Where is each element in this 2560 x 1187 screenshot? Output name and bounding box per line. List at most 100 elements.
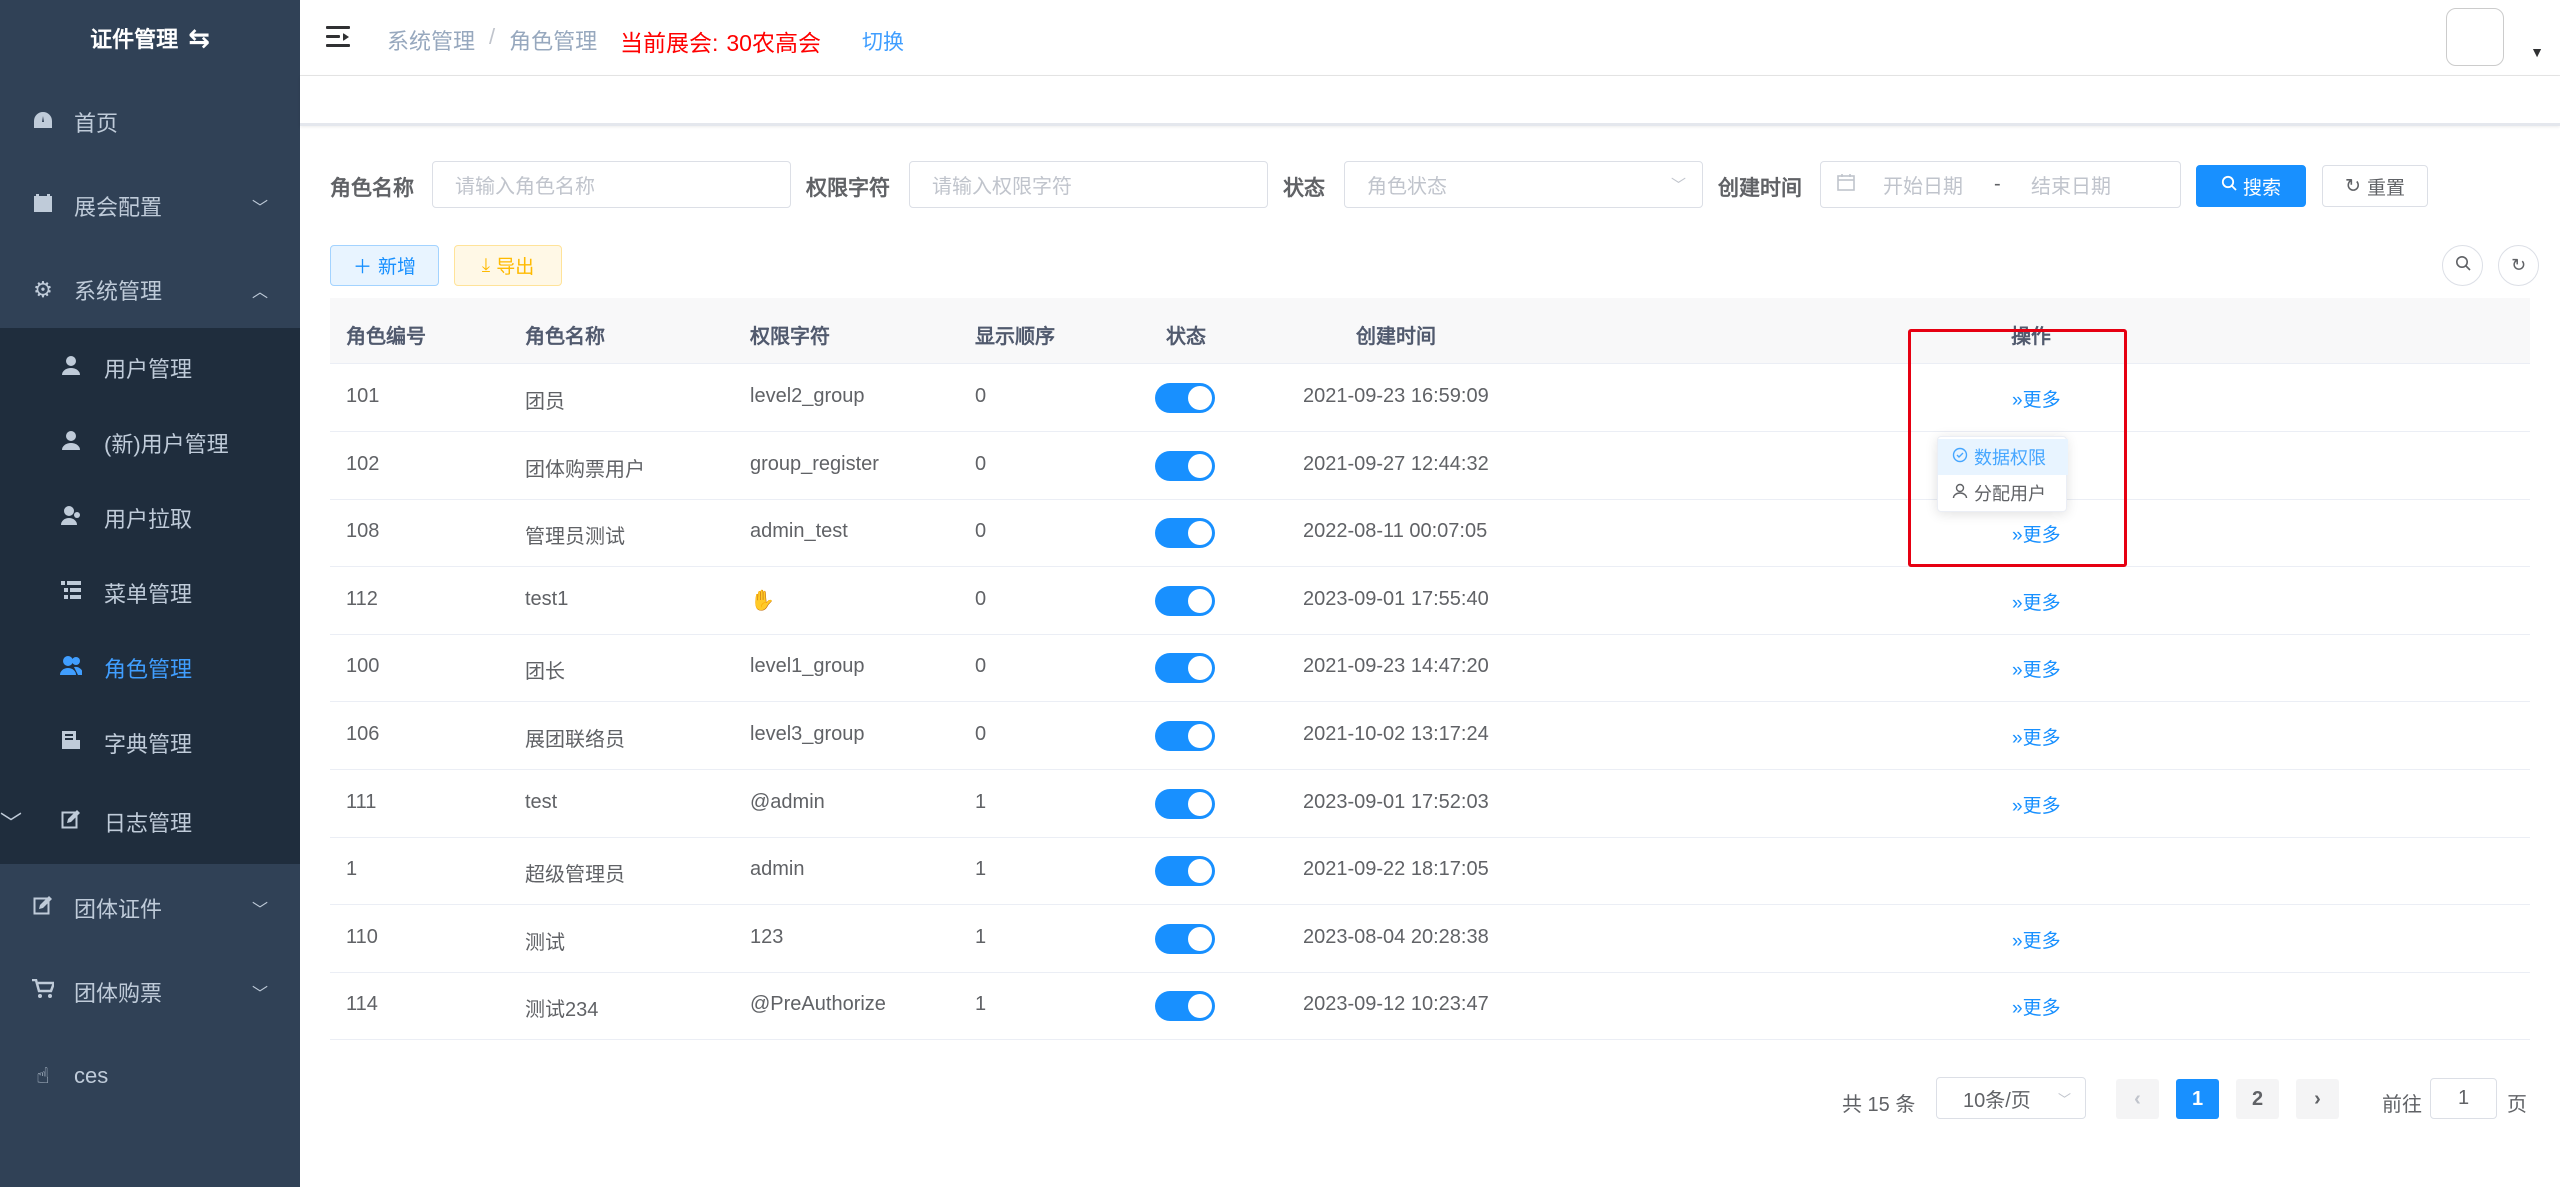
sidebar-item-menu-manage[interactable]: 菜单管理 <box>0 555 300 630</box>
sidebar-item-user-manage[interactable]: 用户管理 <box>0 330 300 405</box>
goto-page-input[interactable]: 1 <box>2430 1078 2497 1119</box>
sidebar-item-dict-manage[interactable]: 字典管理 <box>0 705 300 780</box>
chevron-down-icon: ﹀ <box>2057 1091 2071 1107</box>
more-actions-link[interactable]: »更多 <box>2012 993 2061 1020</box>
cell-created: 2023-08-04 20:28:38 <box>1303 925 1489 948</box>
refresh-icon: ↻ <box>2510 255 2527 275</box>
cell-perm: @PreAuthorize <box>750 993 886 1016</box>
cell-order: 1 <box>975 925 987 948</box>
logo-text: 证件管理 <box>90 27 179 52</box>
table-row: 101 团员 level2_group 0 2021-09-23 16:59:09 »更多 <box>330 364 2530 432</box>
perm-input[interactable]: 请输入权限字符 <box>909 161 1268 208</box>
search-button[interactable]: 搜索 <box>2196 165 2306 207</box>
goto-prefix: 前往 <box>2382 1094 2422 1116</box>
logo[interactable]: 证件管理 ⇆ <box>0 0 300 76</box>
plus-icon: ＋ <box>352 257 372 278</box>
sidebar-item-label: 日志管理 <box>104 810 193 836</box>
reset-button[interactable]: ↻ 重置 <box>2322 165 2428 207</box>
status-switch[interactable] <box>1155 450 1215 481</box>
sidebar-item-label: 团体购票 <box>74 981 163 1006</box>
page-size-value: 10条/页 <box>1963 1089 2031 1112</box>
caret-down-icon[interactable]: ▼ <box>2530 44 2544 60</box>
more-actions-link[interactable]: »更多 <box>2012 655 2061 682</box>
sidebar-item-label: (新)用户管理 <box>104 431 229 457</box>
status-switch[interactable] <box>1155 383 1215 413</box>
assign-user-item[interactable]: 分配用户 <box>1938 475 2068 511</box>
breadcrumb: 系统管理 / 角色管理 <box>387 24 597 56</box>
status-switch[interactable] <box>1155 585 1215 616</box>
page-button[interactable]: 2 <box>2236 1079 2279 1119</box>
status-switch[interactable] <box>1155 856 1215 887</box>
more-actions-link[interactable]: »更多 <box>2012 723 2061 750</box>
chevron-right-icon: › <box>2314 1087 2321 1110</box>
switch-expo-link[interactable]: 切换 <box>862 26 904 56</box>
double-arrow-right-icon: » <box>2012 525 2023 547</box>
export-button[interactable]: ⤓ 导出 <box>454 245 562 286</box>
breadcrumb-item[interactable]: 系统管理 <box>387 24 475 56</box>
more-actions-link[interactable]: »更多 <box>2012 791 2061 818</box>
status-switch[interactable] <box>1155 721 1215 751</box>
dashboard-icon <box>30 109 56 135</box>
more-actions-link[interactable]: »更多 <box>2012 520 2061 547</box>
cell-perm: ✋ <box>750 589 775 612</box>
next-page-button[interactable]: › <box>2296 1079 2339 1119</box>
search-button-label: 搜索 <box>2242 177 2281 199</box>
add-button[interactable]: ＋ 新增 <box>330 245 439 286</box>
avatar[interactable] <box>2446 8 2504 66</box>
data-permission-item[interactable]: 数据权限 <box>1938 439 2068 475</box>
current-expo-label: 当前展会: <box>620 30 719 56</box>
sidebar-item-role-manage[interactable]: 角色管理 <box>0 630 300 705</box>
role-name-input[interactable]: 请输入角色名称 <box>432 161 791 208</box>
toggle-search-button[interactable] <box>2442 245 2483 286</box>
cell-order: 1 <box>975 858 987 881</box>
double-arrow-right-icon: » <box>2012 390 2023 411</box>
more-actions-link[interactable]: »更多 <box>2012 588 2061 615</box>
refresh-table-button[interactable]: ↻ <box>2498 245 2539 286</box>
goto-suffix: 页 <box>2507 1094 2527 1116</box>
more-actions-link[interactable]: »更多 <box>2012 926 2061 953</box>
more-dropdown-menu: 数据权限 分配用户 <box>1937 436 2068 512</box>
page-button[interactable]: 1 <box>2176 1079 2219 1119</box>
sidebar-item-log-manage[interactable]: 日志管理 ﹀ <box>0 784 300 859</box>
more-actions-link[interactable]: »更多 <box>2012 385 2061 412</box>
table-row: 110 测试 123 1 2023-08-04 20:28:38 »更多 <box>330 905 2530 973</box>
sidebar-item-ces[interactable]: ☝ ces <box>0 1034 300 1118</box>
status-switch[interactable] <box>1155 518 1215 549</box>
status-select[interactable]: 角色状态 ﹀ <box>1344 161 1703 208</box>
cell-order: 1 <box>975 993 987 1016</box>
status-switch[interactable] <box>1155 923 1215 954</box>
download-icon: ⤓ <box>481 254 491 276</box>
cell-id: 102 <box>346 452 380 475</box>
sidebar-item-expo-config[interactable]: 展会配置 ﹀ <box>0 164 300 248</box>
table-row: 1 超级管理员 admin 1 2021-09-22 18:17:05 <box>330 837 2530 906</box>
cell-created: 2021-09-22 18:17:05 <box>1303 858 1489 881</box>
chevron-up-icon: ︿ <box>251 284 268 301</box>
chevron-down-icon: ﹀ <box>251 902 268 919</box>
chevron-down-icon: ﹀ <box>251 986 268 1003</box>
cell-created: 2022-08-11 00:07:05 <box>1303 520 1488 543</box>
sidebar-item-new-user-manage[interactable]: (新)用户管理 <box>0 405 300 480</box>
sidebar-item-user-pull[interactable]: 用户拉取 <box>0 480 300 555</box>
status-switch[interactable] <box>1155 991 1215 1022</box>
cell-perm: 123 <box>750 925 784 948</box>
cell-order: 0 <box>975 723 987 745</box>
navbar: 系统管理 / 角色管理 当前展会: 30农高会 切换 ▼ <box>300 0 2560 76</box>
date-range-picker[interactable]: 开始日期 - 结束日期 <box>1820 161 2181 208</box>
table-row: 112 test1 ✋ 0 2023-09-01 17:55:40 »更多 <box>330 567 2530 635</box>
prev-page-button[interactable]: ‹ <box>2116 1079 2159 1119</box>
hand-icon: ☝ <box>36 1063 50 1088</box>
page-size-select[interactable]: 10条/页 ﹀ <box>1936 1077 2086 1119</box>
hamburger-icon[interactable] <box>326 26 350 48</box>
chevron-down-icon: ﹀ <box>1670 177 1686 194</box>
status-switch[interactable] <box>1155 653 1215 684</box>
sidebar-item-label: 首页 <box>74 111 119 136</box>
sidebar-item-group-ticket[interactable]: 团体购票 ﹀ <box>0 950 300 1034</box>
user-icon <box>58 355 84 381</box>
sidebar-item-system[interactable]: ⚙ 系统管理 ︿ <box>0 248 300 332</box>
chevron-left-icon: ‹ <box>2134 1087 2141 1110</box>
column-header: 创建时间 <box>1356 326 1436 348</box>
cell-perm: admin <box>750 858 805 881</box>
sidebar-item-home[interactable]: 首页 <box>0 80 300 164</box>
status-switch[interactable] <box>1155 788 1215 819</box>
sidebar-item-group-cert[interactable]: 团体证件 ﹀ <box>0 866 300 950</box>
